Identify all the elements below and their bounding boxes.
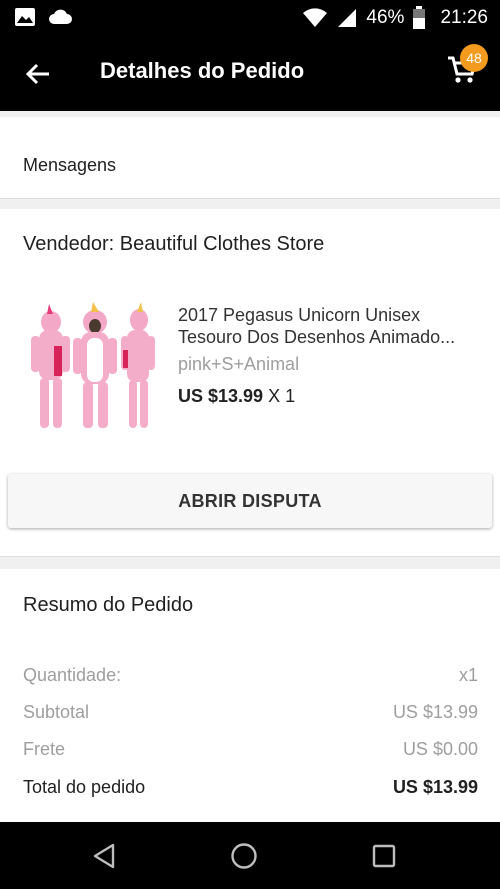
app-bar: Detalhes do Pedido bbox=[0, 36, 500, 111]
total-label: Total do pedido bbox=[23, 777, 146, 797]
summary-row-shipping: Frete US $0.00 bbox=[23, 739, 478, 760]
product-price-quantity: US $13.99 X 1 bbox=[178, 386, 295, 407]
seller-name[interactable]: Vendedor: Beautiful Clothes Store bbox=[23, 233, 324, 256]
image-icon bbox=[15, 8, 35, 26]
back-arrow-icon bbox=[25, 63, 49, 85]
product-title-line2: Tesouro Dos Desenhos Animado... bbox=[178, 327, 456, 347]
cart-count-badge: 48 bbox=[460, 44, 488, 72]
wifi-icon bbox=[303, 8, 328, 27]
nav-back-icon bbox=[93, 843, 115, 869]
summary-row-subtotal: Subtotal US $13.99 bbox=[23, 702, 478, 723]
status-notifications bbox=[14, 7, 72, 27]
summary-value: US $0.00 bbox=[402, 739, 478, 759]
nav-recents-button[interactable] bbox=[366, 838, 402, 874]
summary-label: Subtotal bbox=[23, 702, 90, 722]
product-variant: pink+S+Animal bbox=[178, 354, 300, 374]
product-title-line1: 2017 Pegasus Unicorn Unisex bbox=[178, 305, 421, 325]
nav-back-button[interactable] bbox=[86, 838, 122, 874]
open-dispute-button[interactable]: ABRIR DISPUTA bbox=[8, 474, 492, 528]
status-bar: 46% 21:26 bbox=[0, 0, 500, 36]
summary-label: Quantidade: bbox=[23, 665, 122, 685]
nav-recents-icon bbox=[372, 844, 396, 868]
status-indicators: 46% 21:26 bbox=[302, 0, 488, 36]
summary-title: Resumo do Pedido bbox=[23, 594, 194, 616]
summary-row-total: Total do pedido US $13.99 bbox=[23, 777, 478, 798]
page-title: Detalhes do Pedido bbox=[100, 58, 305, 83]
battery-icon bbox=[413, 6, 426, 29]
product-image[interactable] bbox=[23, 300, 163, 435]
total-value: US $13.99 bbox=[392, 777, 478, 797]
clock: 21:26 bbox=[440, 7, 488, 28]
summary-value: x1 bbox=[458, 665, 478, 685]
product-price: US $13.99 bbox=[178, 386, 264, 406]
product-title[interactable]: 2017 Pegasus Unicorn Unisex Tesouro Dos … bbox=[178, 304, 478, 348]
nav-home-button[interactable] bbox=[226, 838, 262, 874]
summary-label: Frete bbox=[23, 739, 66, 759]
summary-row-quantity: Quantidade: x1 bbox=[23, 665, 478, 686]
product-quantity: X 1 bbox=[268, 386, 296, 406]
signal-icon bbox=[338, 9, 357, 27]
nav-home-icon bbox=[231, 843, 257, 869]
back-button[interactable] bbox=[18, 54, 58, 94]
cloud-icon bbox=[49, 9, 72, 24]
messages-label[interactable]: Mensagens bbox=[23, 155, 116, 176]
system-navigation-bar bbox=[0, 822, 500, 889]
summary-value: US $13.99 bbox=[392, 702, 478, 722]
battery-percent: 46% bbox=[366, 7, 405, 28]
